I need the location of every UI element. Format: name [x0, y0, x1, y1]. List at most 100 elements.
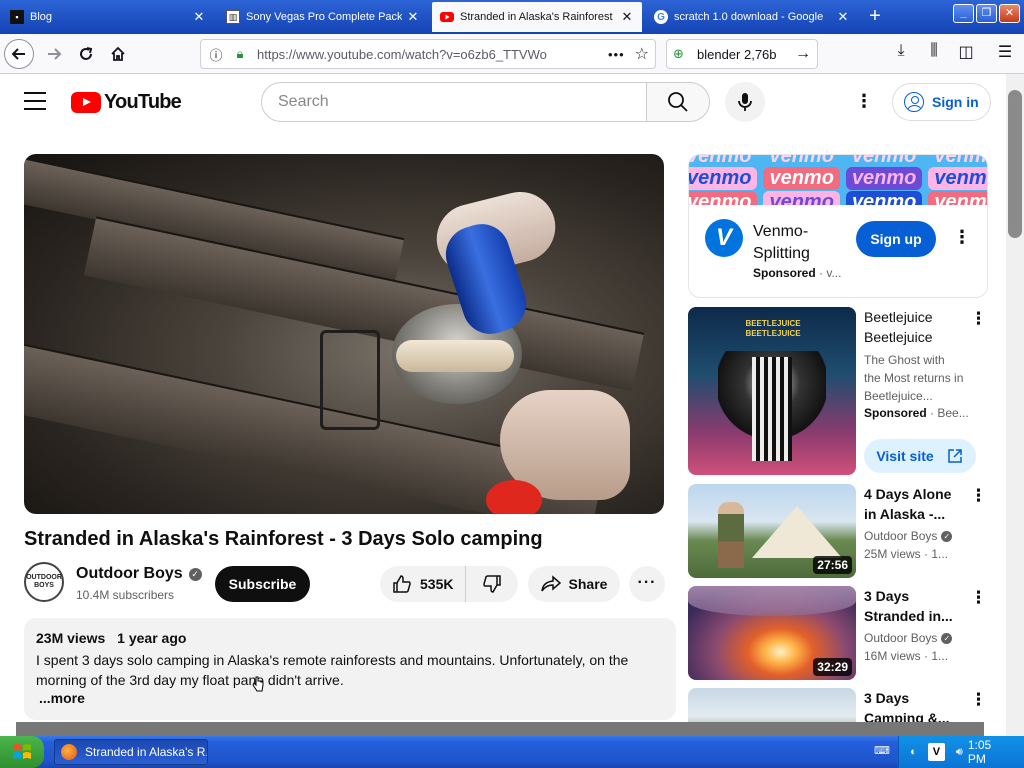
youtube-logo[interactable]: YouTube [71, 91, 182, 114]
channel-name[interactable]: Outdoor Boys ✓ [76, 565, 202, 583]
reload-icon[interactable] [72, 40, 100, 68]
video-thumbnail[interactable]: 27:56 [688, 484, 856, 578]
close-tab-icon[interactable]: ✕ [836, 9, 850, 25]
tab-blog[interactable]: ▪ Blog ✕ [2, 2, 214, 32]
channel-name[interactable]: Outdoor Boys ✓ [864, 631, 953, 645]
share-button[interactable]: Share [528, 566, 620, 602]
sign-in-button[interactable]: Sign in [892, 83, 991, 121]
home-icon[interactable] [104, 40, 132, 68]
video-player[interactable] [24, 154, 664, 514]
item-menu-icon[interactable]: ⋮ [970, 588, 987, 608]
striped-suit-graphic [752, 357, 792, 461]
tent-graphic [752, 506, 842, 558]
bread-graphic [396, 340, 514, 372]
search-bar[interactable]: ⊕ blender 2,76b → [666, 39, 818, 69]
sponsored-label: Sponsored · Bee... [864, 406, 969, 420]
forward-arrow-icon[interactable] [40, 40, 68, 68]
sponsored-ad-card[interactable]: venmovenmovenmovenmo venmovenmovenmovenm… [688, 154, 988, 298]
sidebar-icon[interactable]: ◫ [954, 42, 978, 62]
tab-youtube-active[interactable]: Stranded in Alaska's Rainforest ✕ [432, 2, 642, 32]
search-query-text[interactable]: blender 2,76b [697, 47, 795, 62]
lock-icon[interactable]: 🔒︎ [231, 46, 249, 62]
library-icon[interactable]: ⫼ [922, 42, 946, 60]
video-title[interactable]: 4 Days Alone in Alaska -... [864, 484, 964, 524]
microphone-icon[interactable] [725, 82, 765, 122]
video-thumbnail[interactable]: 32:29 [688, 586, 856, 680]
url-text[interactable]: https://www.youtube.com/watch?v=o6zb6_TT… [257, 47, 608, 62]
like-button[interactable]: 535K [380, 566, 467, 602]
upload-age: 1 year ago [117, 630, 187, 646]
visit-site-button[interactable]: Visit site [864, 439, 976, 473]
tab-google[interactable]: G scratch 1.0 download - Google ✕ [646, 2, 858, 32]
dislike-button[interactable] [466, 566, 518, 602]
channel-name[interactable]: Outdoor Boys ✓ [864, 529, 953, 543]
description-box[interactable]: 23M views 1 year ago I spent 3 days solo… [24, 618, 676, 720]
browser-tab-strip: ▪ Blog ✕ ▥ Sony Vegas Pro Complete Pack … [0, 0, 1024, 34]
video-thumbnail[interactable]: BEETLEJUICE BEETLEJUICE [688, 307, 856, 475]
network-icon[interactable]: ◐ [905, 743, 922, 761]
subscriber-count: 10.4M subscribers [76, 588, 175, 602]
channel-avatar[interactable]: OUTDOOR BOYS [24, 562, 64, 602]
security-icon[interactable]: V [927, 743, 945, 761]
windows-logo-icon [13, 744, 31, 759]
related-video-item[interactable]: 27:56 4 Days Alone in Alaska -... Outdoo… [688, 484, 988, 578]
ad-banner[interactable]: venmovenmovenmovenmo venmovenmovenmovenm… [689, 155, 987, 205]
close-tab-icon[interactable]: ✕ [192, 9, 206, 25]
ad-sign-up-button[interactable]: Sign up [856, 221, 936, 257]
sponsored-video-item[interactable]: BEETLEJUICE BEETLEJUICE Beetlejuice Beet… [688, 307, 988, 475]
youtube-play-icon [71, 92, 101, 113]
restore-icon[interactable]: ❐ [976, 4, 997, 23]
item-menu-icon[interactable]: ⋮ [970, 690, 987, 710]
guide-menu-icon[interactable] [24, 92, 46, 110]
channel-name-text[interactable]: Outdoor Boys [76, 565, 183, 583]
close-tab-icon[interactable]: ✕ [406, 9, 420, 25]
close-tab-icon[interactable]: ✕ [620, 9, 634, 25]
video-title[interactable]: 3 Days Camping &... [864, 688, 964, 722]
start-button[interactable] [0, 736, 44, 768]
bookmark-star-icon[interactable]: ☆ [635, 44, 649, 64]
ad-menu-icon[interactable]: ⋮ [953, 227, 971, 248]
taskbar-window-button[interactable]: Stranded in Alaska's R... [54, 739, 208, 765]
search-go-arrow-icon[interactable]: → [795, 45, 811, 63]
ad-title[interactable]: Venmo-Splitting [753, 221, 843, 265]
video-title[interactable]: 3 Days Stranded in... [864, 586, 964, 626]
ad-sponsored-label: Sponsored · v... [753, 266, 842, 280]
tab-sony-vegas[interactable]: ▥ Sony Vegas Pro Complete Pack ✕ [218, 2, 428, 32]
minimize-icon[interactable]: _ [953, 4, 974, 23]
more-actions-icon[interactable]: ··· [629, 566, 665, 602]
thumbs-up-icon [393, 575, 411, 593]
youtube-search-input[interactable]: Search [261, 82, 647, 122]
keyboard-icon[interactable]: ⌨ [874, 744, 890, 760]
google-favicon-icon: G [654, 10, 668, 24]
close-window-icon[interactable]: ✕ [999, 4, 1020, 23]
video-title: Stranded in Alaska's Rainforest - 3 Days… [24, 528, 543, 550]
view-count: 23M views [36, 630, 106, 646]
info-icon[interactable]: ⓘ [207, 45, 225, 64]
item-menu-icon[interactable]: ⋮ [970, 486, 987, 506]
video-thumbnail[interactable] [688, 688, 856, 722]
taskbar-window-title: Stranded in Alaska's R... [85, 745, 208, 759]
hamburger-menu-icon[interactable]: ☰ [993, 42, 1017, 62]
show-more-link[interactable]: ...more [39, 690, 664, 706]
account-icon [904, 92, 924, 112]
volume-icon[interactable]: 🔊︎ [951, 743, 968, 761]
settings-kebab-icon[interactable]: ⋮ [852, 92, 876, 112]
person-graphic [718, 502, 744, 568]
sign-in-label: Sign in [932, 94, 979, 110]
new-tab-button[interactable]: + [864, 6, 886, 26]
related-video-item[interactable]: 3 Days Camping &... ⋮ [688, 688, 988, 722]
address-bar[interactable]: ⓘ 🔒︎ https://www.youtube.com/watch?v=o6z… [200, 39, 656, 69]
related-video-item[interactable]: 32:29 3 Days Stranded in... Outdoor Boys… [688, 586, 988, 680]
page-actions-icon[interactable]: ••• [608, 47, 625, 62]
search-icon[interactable] [646, 82, 710, 122]
video-title[interactable]: Beetlejuice Beetlejuice [864, 307, 964, 347]
item-menu-icon[interactable]: ⋮ [970, 309, 987, 329]
back-arrow-icon[interactable] [4, 39, 34, 69]
horizontal-scrollbar[interactable] [16, 722, 984, 736]
scrollbar-thumb[interactable] [1008, 90, 1022, 238]
visit-site-label: Visit site [876, 448, 934, 464]
subscribe-button[interactable]: Subscribe [215, 566, 310, 602]
download-icon[interactable]: ⤓ [889, 42, 913, 60]
venmo-logo-icon[interactable]: V [705, 219, 743, 257]
firefox-icon [61, 744, 77, 760]
